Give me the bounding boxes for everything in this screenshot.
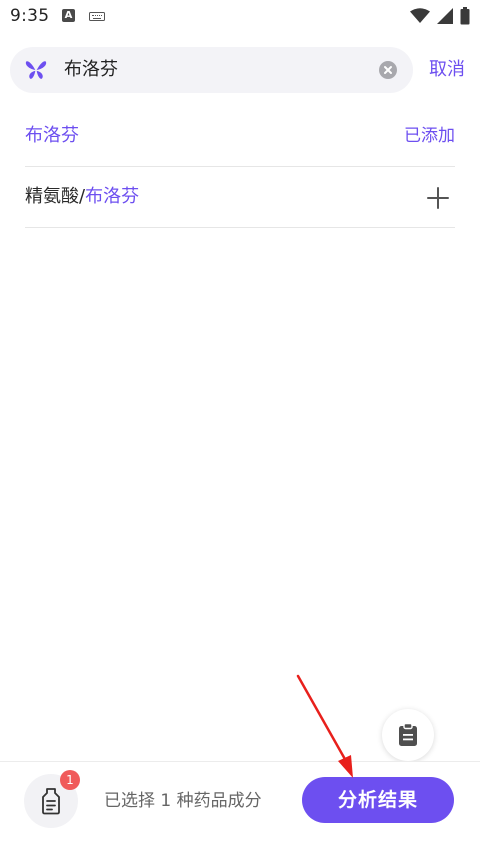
wifi-icon [410, 8, 430, 23]
added-status-label: 已添加 [404, 126, 455, 146]
selected-count-text: 已选择 1 种药品成分 [104, 791, 262, 811]
result-name-prefix: 精氨酸/ [25, 186, 86, 207]
result-row[interactable]: 布洛芬 已添加 [25, 106, 455, 167]
bottom-bar: 1 已选择 1 种药品成分 分析结果 [0, 761, 480, 853]
analyze-results-button[interactable]: 分析结果 [302, 777, 454, 823]
clipboard-icon [399, 723, 417, 746]
add-icon[interactable] [427, 187, 449, 209]
status-bar: 9:35 A [0, 0, 480, 34]
result-name-match: 布洛芬 [85, 186, 140, 207]
butterfly-logo-icon [25, 61, 47, 79]
result-name: 布洛芬 [25, 124, 79, 148]
battery-icon [460, 7, 470, 25]
clear-search-button[interactable] [379, 61, 397, 79]
result-row[interactable]: 精氨酸/布洛芬 [25, 167, 455, 228]
result-name: 精氨酸/布洛芬 [25, 185, 139, 209]
clipboard-button[interactable] [382, 709, 434, 761]
search-bar[interactable]: 布洛芬 [10, 47, 413, 93]
keyboard-icon [89, 12, 105, 21]
search-input[interactable]: 布洛芬 [64, 58, 118, 82]
result-name-match: 布洛芬 [25, 125, 79, 146]
a-notification-icon: A [62, 9, 75, 22]
status-icons [410, 6, 470, 26]
cancel-button[interactable]: 取消 [429, 57, 465, 83]
status-time: 9:35 [10, 6, 50, 26]
cart-count-badge: 1 [60, 770, 80, 790]
medicine-bottle-icon [42, 788, 60, 815]
signal-icon [437, 8, 453, 24]
close-icon [384, 66, 392, 74]
